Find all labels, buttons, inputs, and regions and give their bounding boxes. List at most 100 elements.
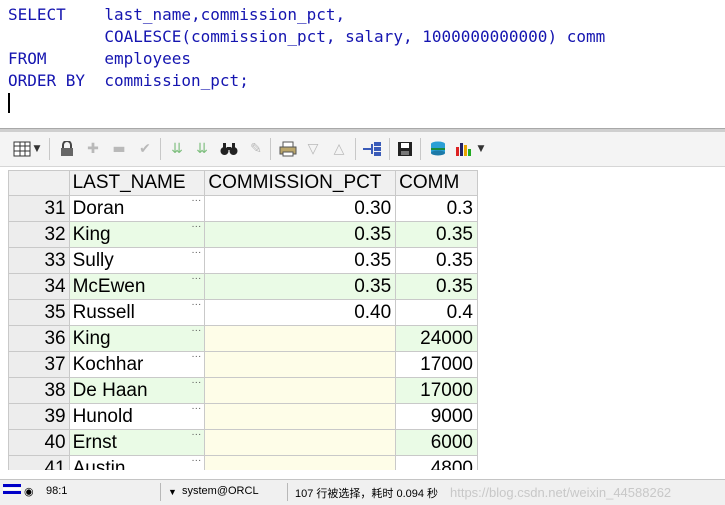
cell-commission-pct[interactable]: 0.40 [204,299,397,326]
cell-commission-pct[interactable] [204,325,397,352]
row-number[interactable]: 36 [8,325,70,352]
corner-cell[interactable] [8,170,70,196]
table-row[interactable]: 39 Hunold ··· 9000 [8,403,478,430]
chart-icon[interactable] [454,139,474,159]
ellipsis-icon[interactable]: ··· [191,223,201,233]
minus-icon[interactable]: ▬ [109,139,129,159]
cell-text: Doran [72,197,125,219]
cell-last-name[interactable]: Austin ··· [68,455,206,470]
ellipsis-icon[interactable]: ··· [191,379,201,389]
column-header-comm[interactable]: COMM [395,170,478,196]
column-header-last-name[interactable]: LAST_NAME [68,170,206,196]
row-number[interactable]: 38 [8,377,70,404]
table-row[interactable]: 32 King ··· 0.35 0.35 [8,221,478,248]
chevron-down-icon[interactable]: ▼ [168,487,177,497]
cell-commission-pct[interactable] [204,403,397,430]
triangle-up-icon[interactable]: △ [329,139,349,159]
cell-last-name[interactable]: Russell ··· [68,299,206,326]
cell-last-name[interactable]: Ernst ··· [68,429,206,456]
row-number[interactable]: 33 [8,247,70,274]
row-number[interactable]: 39 [8,403,70,430]
binoculars-icon[interactable] [219,139,239,159]
cell-comm[interactable]: 0.4 [395,299,478,326]
table-row[interactable]: 40 Ernst ··· 6000 [8,429,478,456]
sql-line-1: SELECT last_name,commission_pct, [8,4,345,26]
down-arrows-alt-icon[interactable]: ⇊ [192,139,212,159]
sql-editor[interactable]: SELECT last_name,commission_pct, COALESC… [0,0,725,128]
cell-last-name[interactable]: King ··· [68,221,206,248]
row-number[interactable]: 40 [8,429,70,456]
printer-icon[interactable] [278,139,298,159]
cell-last-name[interactable]: McEwen ··· [68,273,206,300]
table-row[interactable]: 41 Austin ··· 4800 [8,455,478,470]
cell-comm[interactable]: 0.35 [395,273,478,300]
cell-last-name[interactable]: Hunold ··· [68,403,206,430]
cell-last-name[interactable]: King ··· [68,325,206,352]
table-row[interactable]: 34 McEwen ··· 0.35 0.35 [8,273,478,300]
cell-commission-pct[interactable]: 0.30 [204,195,397,222]
column-header-commission-pct[interactable]: COMMISSION_PCT [204,170,397,196]
triangle-down-icon[interactable]: ▽ [303,139,323,159]
row-number[interactable]: 32 [8,221,70,248]
sql-line-3: FROM employees [8,48,191,70]
cell-commission-pct[interactable] [204,351,397,378]
ellipsis-icon[interactable]: ··· [191,301,201,311]
table-row[interactable]: 31 Doran ··· 0.30 0.3 [8,195,478,222]
cell-comm[interactable]: 6000 [395,429,478,456]
eraser-icon[interactable]: ✎ [246,139,266,159]
cell-text: McEwen [72,275,146,297]
table-row[interactable]: 36 King ··· 24000 [8,325,478,352]
keyword: ORDER BY [8,71,86,90]
cell-comm[interactable]: 17000 [395,351,478,378]
cell-comm[interactable]: 0.35 [395,247,478,274]
cell-comm[interactable]: 4800 [395,455,478,470]
table-row[interactable]: 35 Russell ··· 0.40 0.4 [8,299,478,326]
row-number[interactable]: 35 [8,299,70,326]
cell-commission-pct[interactable] [204,429,397,456]
check-icon[interactable]: ✔ [135,139,155,159]
cell-commission-pct[interactable] [204,455,397,470]
save-icon[interactable] [395,139,415,159]
cell-last-name[interactable]: Kochhar ··· [68,351,206,378]
row-number[interactable]: 31 [8,195,70,222]
table-row[interactable]: 38 De Haan ··· 17000 [8,377,478,404]
ellipsis-icon[interactable]: ··· [191,197,201,207]
cell-comm[interactable]: 17000 [395,377,478,404]
chevron-down-icon[interactable]: ▼ [475,139,487,159]
grid-view-icon[interactable] [12,139,32,159]
status-record-icon: ◉ [24,486,34,498]
chevron-down-icon[interactable]: ▼ [31,139,43,159]
row-number[interactable]: 41 [8,455,70,470]
cell-commission-pct[interactable]: 0.35 [204,221,397,248]
down-arrows-icon[interactable]: ⇊ [167,139,187,159]
cell-text: Sully [72,249,114,271]
cell-comm[interactable]: 24000 [395,325,478,352]
cell-last-name[interactable]: De Haan ··· [68,377,206,404]
column-alias: comm [566,27,606,46]
cell-comm[interactable]: 0.3 [395,195,478,222]
cell-comm[interactable]: 0.35 [395,221,478,248]
ellipsis-icon[interactable]: ··· [191,457,201,467]
ellipsis-icon[interactable]: ··· [191,431,201,441]
database-icon[interactable] [428,139,448,159]
table-row[interactable]: 33 Sully ··· 0.35 0.35 [8,247,478,274]
ellipsis-icon[interactable]: ··· [191,405,201,415]
plus-icon[interactable]: ✚ [83,139,103,159]
table-row[interactable]: 37 Kochhar ··· 17000 [8,351,478,378]
row-number[interactable]: 37 [8,351,70,378]
ellipsis-icon[interactable]: ··· [191,327,201,337]
cell-commission-pct[interactable]: 0.35 [204,247,397,274]
cell-commission-pct[interactable]: 0.35 [204,273,397,300]
connection-info[interactable]: system@ORCL [182,485,259,497]
ellipsis-icon[interactable]: ··· [191,353,201,363]
result-grid[interactable]: LAST_NAME COMMISSION_PCT COMM 31 Doran ···… [8,170,478,470]
row-number[interactable]: 34 [8,273,70,300]
cell-commission-pct[interactable] [204,377,397,404]
ellipsis-icon[interactable]: ··· [191,275,201,285]
cell-last-name[interactable]: Sully ··· [68,247,206,274]
lock-icon[interactable] [57,139,77,159]
cell-last-name[interactable]: Doran ··· [68,195,206,222]
tree-icon[interactable] [362,139,382,159]
ellipsis-icon[interactable]: ··· [191,249,201,259]
cell-comm[interactable]: 9000 [395,403,478,430]
